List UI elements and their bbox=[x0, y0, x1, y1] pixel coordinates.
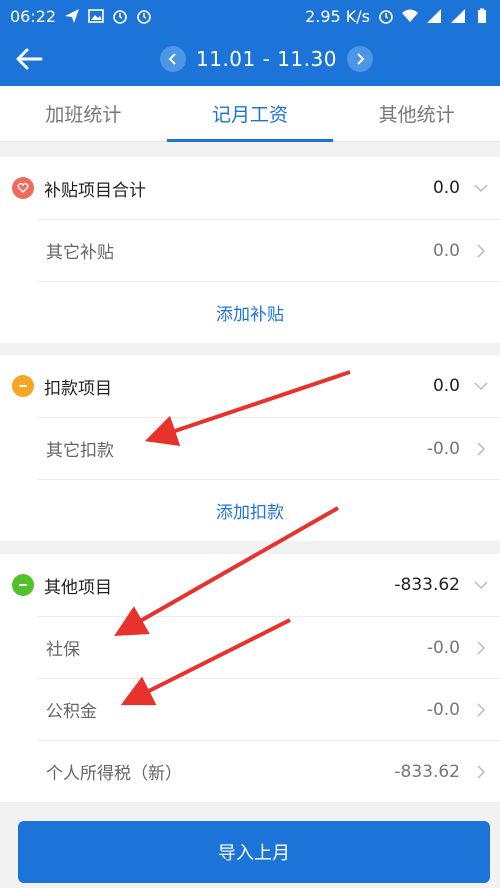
add-deduction-button[interactable]: 添加扣款 bbox=[38, 479, 500, 541]
tab-overtime-stats[interactable]: 加班统计 bbox=[0, 86, 167, 141]
deduction-section: 扣款项目 0.0 其它扣款 -0.0 添加扣款 bbox=[0, 355, 500, 541]
app-bar: 11.01 - 11.30 bbox=[0, 32, 500, 86]
item-value: -0.0 bbox=[426, 637, 460, 658]
chevron-down-icon bbox=[474, 382, 488, 391]
status-bar: 06:22 2.95 K/s bbox=[0, 0, 500, 32]
add-subsidy-button[interactable]: 添加补贴 bbox=[38, 281, 500, 343]
other-section: 其他项目 -833.62 社保 -0.0 公积金 -0.0 个人所得税（新） -… bbox=[0, 554, 500, 802]
heart-icon bbox=[12, 177, 34, 199]
tab-other-stats[interactable]: 其他统计 bbox=[333, 86, 500, 141]
item-label: 社保 bbox=[46, 640, 80, 660]
subsidy-total: 0.0 bbox=[432, 178, 460, 198]
battery-icon bbox=[478, 8, 486, 23]
list-item[interactable]: 其它补贴 0.0 bbox=[38, 219, 500, 281]
subsidy-header-row[interactable]: 补贴项目合计 0.0 bbox=[0, 157, 500, 219]
tab-monthly-salary[interactable]: 记月工资 bbox=[166, 86, 334, 142]
alarm-icon bbox=[113, 10, 127, 24]
image-icon bbox=[88, 9, 104, 23]
list-item[interactable]: 其它扣款 -0.0 bbox=[38, 417, 500, 479]
subsidy-section: 补贴项目合计 0.0 其它补贴 0.0 添加补贴 bbox=[0, 157, 500, 343]
chevron-right-icon bbox=[357, 53, 365, 65]
deduction-title: 扣款项目 bbox=[44, 378, 112, 399]
item-label: 个人所得税（新） bbox=[46, 764, 182, 784]
alarm-icon bbox=[379, 10, 393, 24]
next-month-button[interactable] bbox=[346, 46, 373, 72]
list-item[interactable]: 公积金 -0.0 bbox=[38, 678, 500, 740]
item-value: -0.0 bbox=[426, 699, 460, 720]
item-value: 0.0 bbox=[432, 240, 460, 261]
send-icon bbox=[65, 9, 80, 23]
chevron-down-icon bbox=[474, 184, 488, 193]
signal-icon bbox=[451, 9, 465, 23]
back-arrow-icon bbox=[16, 48, 43, 70]
item-label: 公积金 bbox=[46, 702, 97, 722]
deduction-header-row[interactable]: 扣款项目 0.0 bbox=[0, 355, 500, 417]
minus-icon bbox=[12, 375, 34, 397]
chevron-right-icon bbox=[477, 640, 486, 655]
status-time: 06:22 bbox=[10, 6, 57, 26]
subsidy-title: 补贴项目合计 bbox=[44, 180, 146, 201]
list-item[interactable]: 个人所得税（新） -833.62 bbox=[38, 740, 500, 802]
chevron-left-icon bbox=[168, 53, 176, 65]
list-item[interactable]: 社保 -0.0 bbox=[38, 616, 500, 678]
minus-icon bbox=[12, 574, 34, 596]
date-range: 11.01 - 11.30 bbox=[196, 47, 337, 71]
item-value: -0.0 bbox=[426, 438, 460, 459]
network-speed: 2.95 K/s bbox=[305, 6, 370, 26]
alarm-icon bbox=[137, 10, 151, 24]
chevron-down-icon bbox=[474, 581, 488, 590]
item-value: -833.62 bbox=[394, 761, 460, 782]
prev-month-button[interactable] bbox=[160, 46, 186, 72]
back-button[interactable] bbox=[8, 38, 50, 80]
chevron-right-icon bbox=[477, 243, 486, 258]
tab-bar: 加班统计 记月工资 其他统计 bbox=[0, 86, 500, 142]
chevron-right-icon bbox=[477, 702, 486, 717]
import-last-month-button[interactable]: 导入上月 bbox=[18, 821, 490, 883]
date-nav: 11.01 - 11.30 bbox=[160, 42, 373, 76]
signal-icon bbox=[427, 9, 441, 23]
other-header-row[interactable]: 其他项目 -833.62 bbox=[0, 554, 500, 616]
item-label: 其它补贴 bbox=[46, 243, 114, 263]
other-title: 其他项目 bbox=[44, 577, 112, 598]
item-label: 其它扣款 bbox=[46, 441, 114, 461]
wifi-icon bbox=[402, 9, 418, 22]
chevron-right-icon bbox=[477, 441, 486, 456]
deduction-total: 0.0 bbox=[432, 376, 460, 396]
chevron-right-icon bbox=[477, 764, 486, 779]
other-total: -833.62 bbox=[394, 575, 460, 595]
